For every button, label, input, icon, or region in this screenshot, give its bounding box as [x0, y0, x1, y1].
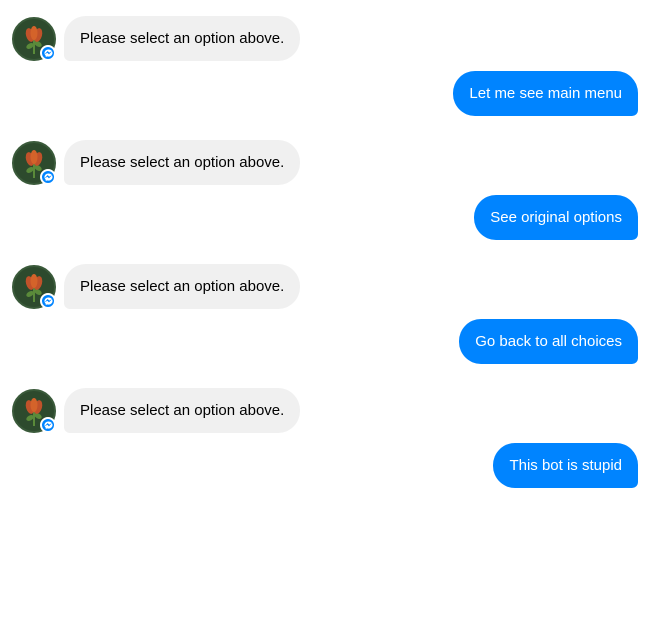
chat-container: Please select an option above. Let me see…: [12, 16, 638, 488]
bot-message-bubble: Please select an option above.: [64, 264, 300, 309]
message-row-7: Please select an option above.: [12, 388, 638, 433]
bot-message-bubble: Please select an option above.: [64, 388, 300, 433]
bot-avatar: [12, 17, 56, 61]
message-row-8: This bot is stupid: [12, 443, 638, 488]
message-row-1: Please select an option above.: [12, 16, 638, 61]
message-row-2: Let me see main menu: [12, 71, 638, 116]
messenger-badge-icon: [40, 293, 56, 309]
bot-avatar: [12, 389, 56, 433]
message-row-5: Please select an option above.: [12, 264, 638, 309]
bot-message-bubble: Please select an option above.: [64, 16, 300, 61]
message-row-4: See original options: [12, 195, 638, 240]
messenger-badge-icon: [40, 169, 56, 185]
message-row-6: Go back to all choices: [12, 319, 638, 364]
bot-avatar: [12, 141, 56, 185]
messenger-badge-icon: [40, 45, 56, 61]
user-message-bubble: Go back to all choices: [459, 319, 638, 364]
user-message-bubble: See original options: [474, 195, 638, 240]
message-row-3: Please select an option above.: [12, 140, 638, 185]
messenger-badge-icon: [40, 417, 56, 433]
bot-message-bubble: Please select an option above.: [64, 140, 300, 185]
bot-avatar: [12, 265, 56, 309]
user-message-bubble: Let me see main menu: [453, 71, 638, 116]
user-message-bubble: This bot is stupid: [493, 443, 638, 488]
